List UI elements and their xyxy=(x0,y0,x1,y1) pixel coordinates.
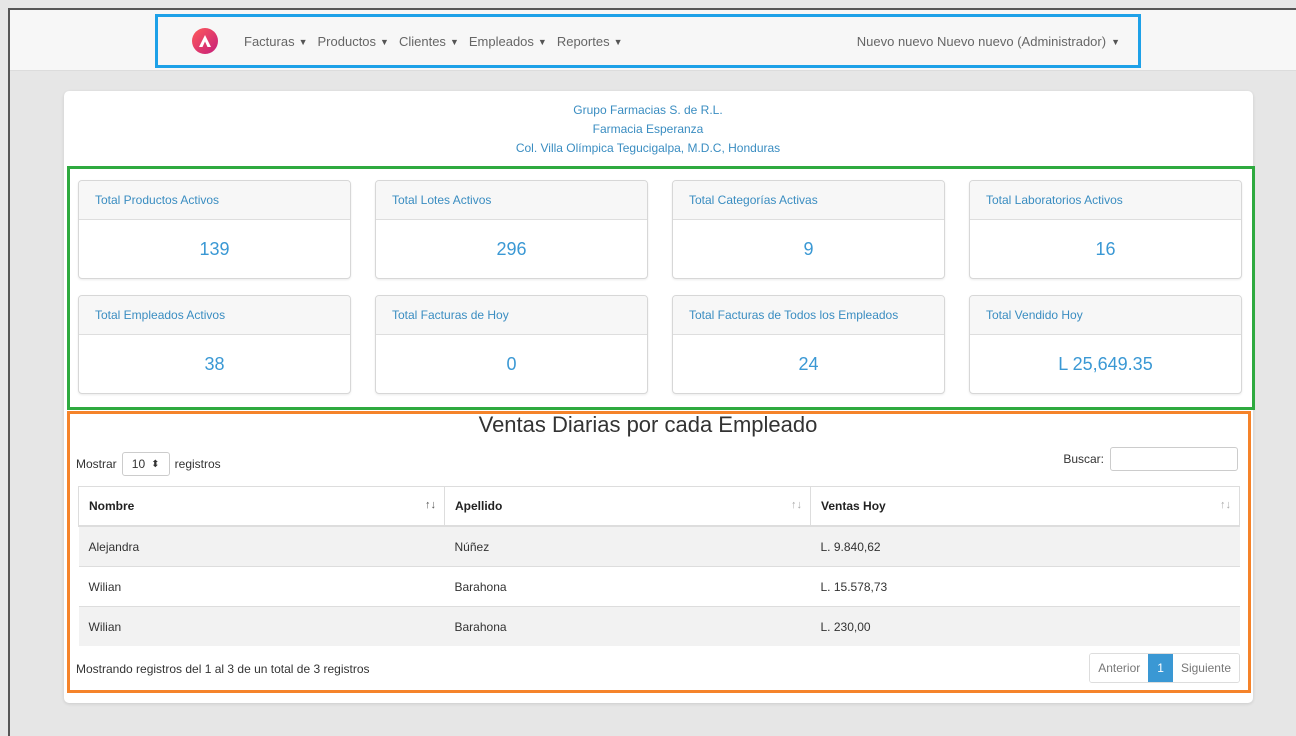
column-label: Nombre xyxy=(89,499,135,513)
cell-apellido: Barahona xyxy=(444,606,811,646)
table-row: Wilian Barahona L. 230,00 xyxy=(78,606,1240,646)
pagination: Anterior 1 Siguiente xyxy=(1089,653,1240,683)
page-length-select[interactable]: 10 ⬍ xyxy=(121,452,170,476)
show-label: Mostrar xyxy=(76,457,117,471)
menu-label: Clientes xyxy=(398,34,446,49)
stat-label: Total Lotes Activos xyxy=(376,181,647,220)
caret-down-icon: ▼ xyxy=(449,36,459,47)
stat-label: Total Facturas de Todos los Empleados xyxy=(673,296,944,335)
menu-label: Productos xyxy=(317,34,377,49)
sort-asc-icon: ↑↓ xyxy=(425,499,436,511)
menu-label: Empleados xyxy=(468,34,534,49)
stat-label: Total Categorías Activas xyxy=(673,181,944,220)
company-header: Grupo Farmacias S. de R.L. Farmacia Espe… xyxy=(0,101,1296,158)
column-label: Ventas Hoy xyxy=(821,499,886,513)
user-menu[interactable]: Nuevo nuevo Nuevo nuevo (Administrador) … xyxy=(857,34,1120,49)
stat-label: Total Vendido Hoy xyxy=(970,296,1241,335)
caret-down-icon: ▼ xyxy=(1111,36,1120,47)
caret-down-icon: ▼ xyxy=(537,36,547,47)
table-row: Wilian Barahona L. 15.578,73 xyxy=(78,566,1240,607)
records-label: registros xyxy=(174,457,221,471)
stat-value: 0 xyxy=(506,353,517,374)
column-header-nombre[interactable]: Nombre ↑↓ xyxy=(78,486,445,527)
menu-label: Facturas xyxy=(244,34,295,49)
cell-ventas: L. 230,00 xyxy=(810,606,1240,646)
cell-ventas: L. 9.840,62 xyxy=(810,525,1240,567)
table-row: Alejandra Núñez L. 9.840,62 xyxy=(78,525,1240,567)
menu-reportes[interactable]: Reportes ▼ xyxy=(557,34,623,49)
stat-value: 16 xyxy=(1095,238,1116,259)
stat-value: 24 xyxy=(798,353,819,374)
company-name: Grupo Farmacias S. de R.L. xyxy=(573,103,723,117)
stat-card: Total Categorías Activas 9 xyxy=(672,180,945,279)
page-length-control: Mostrar 10 ⬍ registros xyxy=(76,452,221,476)
cell-nombre: Alejandra xyxy=(78,525,445,567)
stat-value: 139 xyxy=(199,238,230,259)
stat-value: L 25,649.35 xyxy=(1058,353,1153,374)
stat-card: Total Empleados Activos 38 xyxy=(78,295,351,394)
stat-card: Total Productos Activos 139 xyxy=(78,180,351,279)
cell-apellido: Núñez xyxy=(444,525,811,567)
sort-icon: ↑↓ xyxy=(791,499,802,511)
stat-card: Total Facturas de Todos los Empleados 24 xyxy=(672,295,945,394)
stat-value: 38 xyxy=(204,353,225,374)
page-1-button[interactable]: 1 xyxy=(1148,654,1173,682)
caret-down-icon: ▼ xyxy=(380,36,389,47)
column-label: Apellido xyxy=(455,499,503,513)
caret-down-icon: ▼ xyxy=(613,36,623,47)
stat-label: Total Laboratorios Activos xyxy=(970,181,1241,220)
updown-icon: ⬍ xyxy=(151,458,160,470)
menu-label: Reportes xyxy=(556,34,610,49)
column-header-apellido[interactable]: Apellido ↑↓ xyxy=(444,486,811,527)
prev-page-button[interactable]: Anterior xyxy=(1090,654,1149,682)
pharmacy-name: Farmacia Esperanza xyxy=(592,122,704,136)
menu-clientes[interactable]: Clientes ▼ xyxy=(399,34,459,49)
next-page-button[interactable]: Siguiente xyxy=(1172,654,1239,682)
stat-value: 296 xyxy=(496,238,527,259)
stat-card: Total Vendido Hoy L 25,649.35 xyxy=(969,295,1242,394)
search-control: Buscar: xyxy=(1063,447,1238,471)
page-length-value: 10 xyxy=(131,457,146,471)
user-name: Nuevo nuevo Nuevo nuevo (Administrador) xyxy=(856,34,1107,49)
search-label: Buscar: xyxy=(1063,452,1104,466)
stat-label: Total Facturas de Hoy xyxy=(376,296,647,335)
sales-table: Nombre ↑↓ Apellido ↑↓ Ventas Hoy ↑↓ Alejand… xyxy=(78,486,1240,646)
menu-facturas[interactable]: Facturas ▼ xyxy=(244,34,308,49)
stat-value: 9 xyxy=(803,238,814,259)
stat-card: Total Facturas de Hoy 0 xyxy=(375,295,648,394)
app-logo-icon[interactable] xyxy=(192,28,218,54)
table-title: Ventas Diarias por cada Empleado xyxy=(478,412,818,437)
table-info: Mostrando registros del 1 al 3 de un tot… xyxy=(76,662,370,676)
cell-ventas: L. 15.578,73 xyxy=(810,566,1240,607)
stat-card: Total Laboratorios Activos 16 xyxy=(969,180,1242,279)
stat-label: Total Empleados Activos xyxy=(79,296,350,335)
menu-empleados[interactable]: Empleados ▼ xyxy=(469,34,547,49)
menu-productos[interactable]: Productos ▼ xyxy=(318,34,389,49)
cell-nombre: Wilian xyxy=(78,566,445,607)
stat-card: Total Lotes Activos 296 xyxy=(375,180,648,279)
main-menu: Facturas ▼ Productos ▼ Clientes ▼ Empleados… xyxy=(244,34,623,49)
cell-apellido: Barahona xyxy=(444,566,811,607)
table-header-row: Nombre ↑↓ Apellido ↑↓ Ventas Hoy ↑↓ xyxy=(78,486,1240,527)
stat-label: Total Productos Activos xyxy=(79,181,350,220)
sort-icon: ↑↓ xyxy=(1220,499,1231,511)
column-header-ventas[interactable]: Ventas Hoy ↑↓ xyxy=(810,486,1240,527)
company-address: Col. Villa Olímpica Tegucigalpa, M.D.C, … xyxy=(515,141,781,155)
search-input[interactable] xyxy=(1110,447,1238,471)
cell-nombre: Wilian xyxy=(78,606,445,646)
caret-down-icon: ▼ xyxy=(298,36,308,47)
